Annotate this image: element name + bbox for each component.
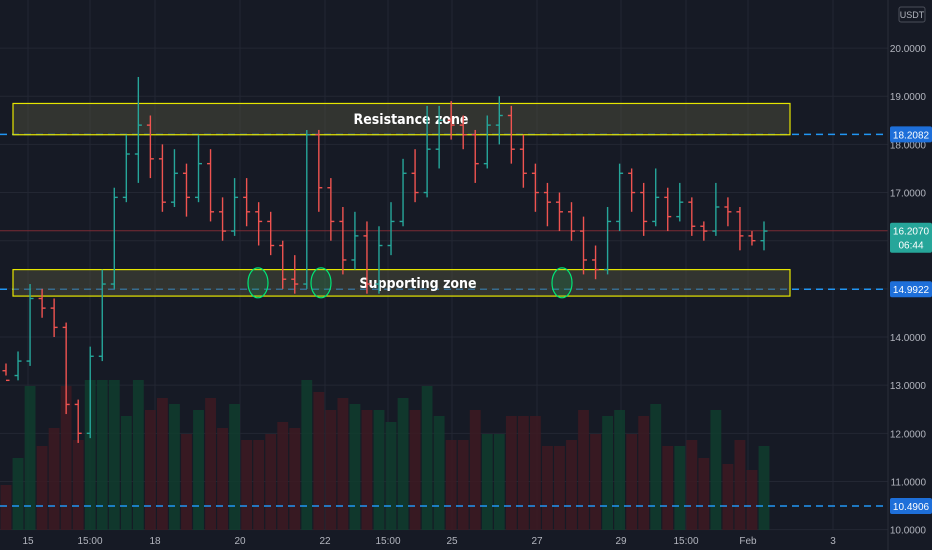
touch-circle — [247, 267, 269, 299]
volume-bar — [554, 446, 565, 530]
volume-bar — [662, 446, 674, 530]
volume-bar — [48, 428, 60, 530]
volume-bar — [626, 434, 638, 530]
volume-bar — [349, 404, 361, 530]
volume-bar — [12, 458, 24, 530]
y-tick-label: 19.0000 — [890, 92, 927, 103]
volume-bar — [445, 440, 457, 530]
volume-bar — [229, 404, 241, 530]
volume-bar — [529, 416, 541, 530]
y-tick-label: 10.0000 — [890, 526, 927, 537]
x-tick-label: 25 — [446, 536, 458, 547]
level-label: 18.2082 — [893, 130, 930, 141]
volume-bar — [578, 410, 589, 530]
volume-bar — [241, 440, 253, 530]
volume-bar — [156, 398, 168, 530]
y-tick-label: 13.0000 — [890, 381, 927, 392]
x-tick-label: 15 — [22, 536, 34, 547]
volume-bar — [517, 416, 529, 530]
volume-bar — [0, 485, 12, 530]
volume-bar — [674, 446, 686, 530]
volume-bar — [493, 434, 505, 530]
x-tick-label: Feb — [739, 536, 757, 547]
volume-bar — [289, 428, 301, 530]
volume-bar — [253, 440, 265, 530]
volume-bar — [108, 380, 120, 530]
volume-bar — [193, 410, 204, 530]
y-tick-label: 20.0000 — [890, 44, 927, 55]
volume-bar — [758, 446, 770, 530]
x-tick-label: 20 — [234, 536, 246, 547]
volume-bar — [313, 392, 325, 530]
volume-bar — [301, 380, 313, 530]
volume-bar — [132, 380, 144, 530]
volume-bar — [385, 422, 397, 530]
volume-bar — [590, 434, 601, 530]
volume-bar — [421, 386, 433, 530]
volume-bar — [481, 434, 493, 530]
volume-bar — [457, 440, 469, 530]
volume-bar — [205, 398, 216, 530]
volume-bar — [144, 410, 156, 530]
volume-bar — [638, 416, 650, 530]
volume-bar — [337, 398, 349, 530]
y-tick-label: 14.0000 — [890, 333, 927, 344]
x-tick-label: 27 — [531, 536, 543, 547]
current-price-label: 16.2070 — [893, 227, 930, 238]
volume-bar — [361, 410, 373, 530]
volume-bar — [120, 416, 132, 530]
x-tick-label: 3 — [830, 536, 836, 547]
volume-bar — [36, 446, 48, 530]
level-label: 10.4906 — [893, 502, 930, 513]
volume-bar — [650, 404, 662, 530]
y-tick-label: 17.0000 — [890, 189, 927, 200]
volume-bar — [698, 458, 710, 530]
currency-label: USDT — [900, 10, 925, 20]
x-tick-label: 29 — [615, 536, 627, 547]
y-tick-label: 11.0000 — [891, 477, 927, 488]
x-tick-label: 18 — [149, 536, 161, 547]
volume-bar — [24, 386, 36, 530]
volume-bar — [169, 404, 180, 530]
touch-circle — [551, 267, 573, 299]
volume-bar — [722, 464, 734, 530]
price-chart[interactable]: Resistance zoneSupporting zone 20.000019… — [0, 0, 932, 550]
volume-bar — [181, 434, 192, 530]
volume-bar — [746, 470, 758, 530]
volume-bar — [505, 416, 517, 530]
volume-bar — [686, 440, 698, 530]
x-tick-label: 15:00 — [673, 536, 698, 547]
touch-circle — [310, 267, 332, 299]
volume-bar — [277, 422, 289, 530]
volume-bar — [373, 410, 385, 530]
volume-bar — [325, 410, 337, 530]
volume-bar — [397, 398, 409, 530]
volume-bar — [96, 380, 108, 530]
volume-bar — [217, 428, 228, 530]
volume-bar — [409, 410, 421, 530]
x-tick-label: 22 — [319, 536, 331, 547]
volume-bar — [433, 416, 445, 530]
volume-bar — [614, 410, 626, 530]
volume-bar — [710, 410, 722, 530]
volume-bar — [734, 440, 746, 530]
volume-bar — [542, 446, 553, 530]
volume-bar — [265, 434, 277, 530]
countdown-label: 06:44 — [898, 241, 923, 252]
volume-bar — [566, 440, 577, 530]
volume-bar — [469, 410, 481, 530]
x-tick-label: 15:00 — [375, 536, 400, 547]
level-label: 14.9922 — [893, 285, 930, 296]
volume-bar — [602, 416, 614, 530]
volume-bar — [72, 440, 84, 530]
x-tick-label: 15:00 — [77, 536, 102, 547]
y-tick-label: 12.0000 — [890, 429, 927, 440]
